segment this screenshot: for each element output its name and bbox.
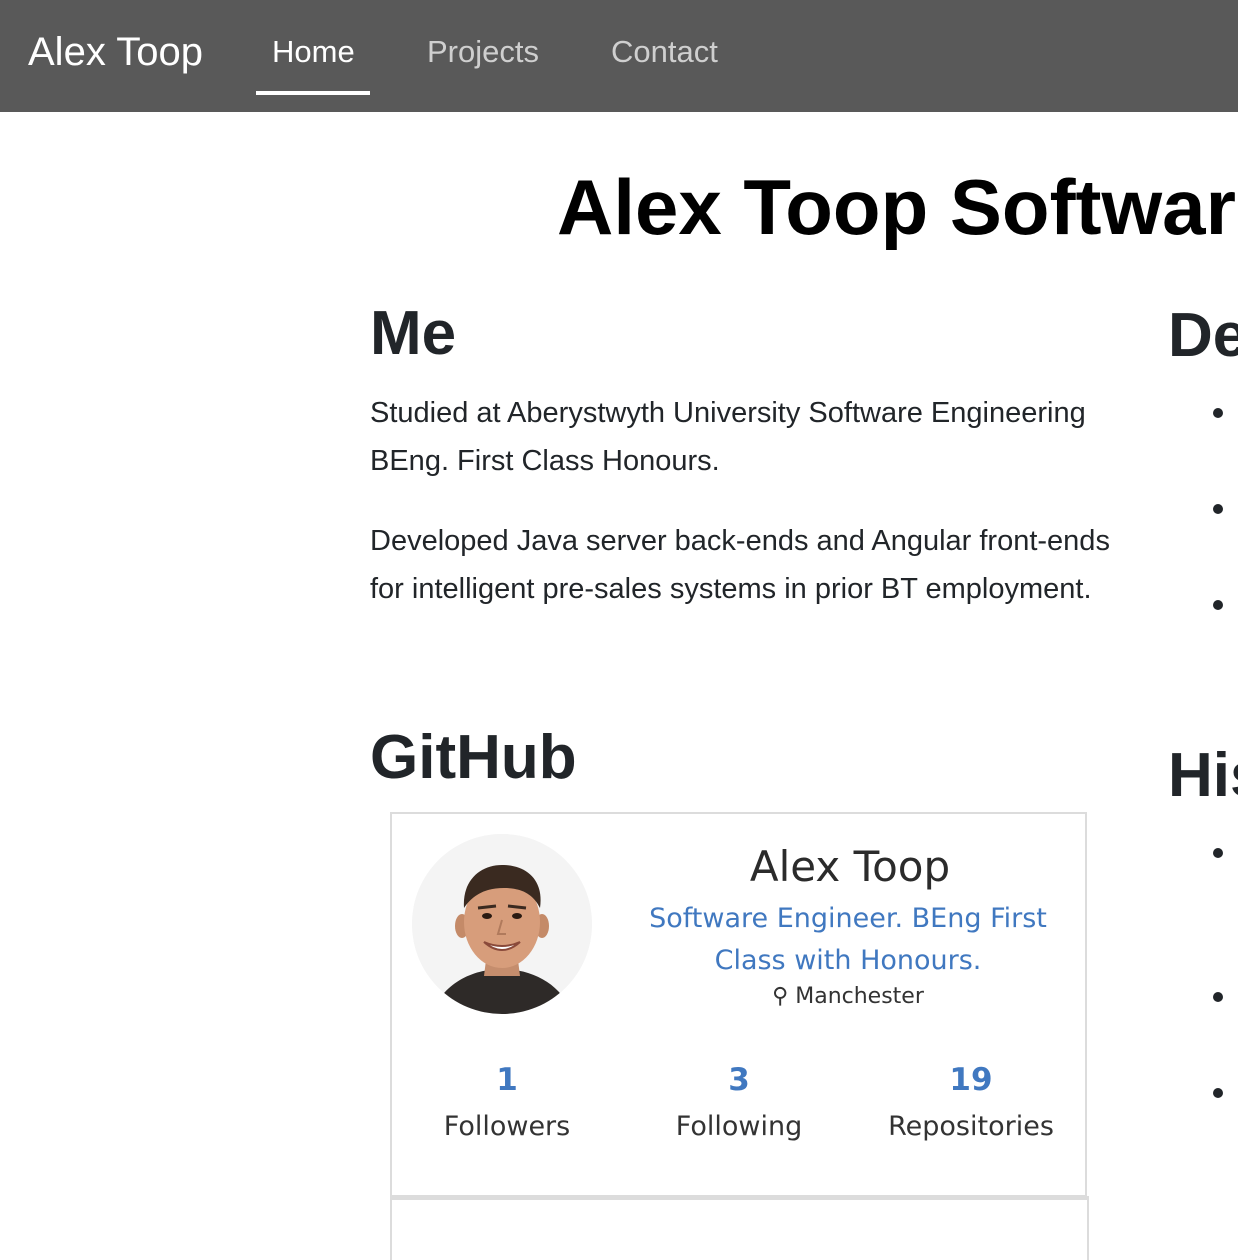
following-count: 3 bbox=[728, 1062, 750, 1098]
navbar: Alex Toop Home Projects Contact bbox=[0, 0, 1238, 112]
followers-count: 1 bbox=[496, 1062, 518, 1098]
followers-stat[interactable]: 1 Followers bbox=[391, 1058, 623, 1152]
repositories-label: Repositories bbox=[888, 1111, 1054, 1142]
list-bullet bbox=[1213, 1088, 1223, 1098]
followers-label: Followers bbox=[443, 1111, 571, 1142]
github-heading: GitHub bbox=[370, 723, 577, 792]
nav-projects[interactable]: Projects bbox=[427, 34, 539, 70]
right-section-heading-2: His bbox=[1168, 741, 1238, 810]
repositories-stat[interactable]: 19 Repositories bbox=[855, 1058, 1087, 1152]
me-paragraph-employment: Developed Java server back-ends and Angu… bbox=[370, 525, 1110, 605]
repositories-count: 19 bbox=[949, 1062, 993, 1098]
brand-link[interactable]: Alex Toop bbox=[28, 30, 203, 75]
me-heading: Me bbox=[370, 299, 457, 368]
list-bullet bbox=[1213, 504, 1223, 514]
right-section-heading-1: De bbox=[1168, 301, 1238, 370]
page-title: Alex Toop Software bbox=[557, 163, 1238, 251]
nav-home[interactable]: Home bbox=[272, 34, 355, 70]
active-nav-indicator bbox=[256, 91, 370, 95]
map-pin-icon: ⚲ bbox=[772, 984, 789, 1009]
me-paragraph-education: Studied at Aberystwyth University Softwa… bbox=[370, 397, 1086, 477]
following-stat[interactable]: 3 Following bbox=[623, 1058, 855, 1152]
github-location: ⚲ Manchester bbox=[640, 984, 1056, 1009]
location-text: Manchester bbox=[795, 984, 924, 1009]
following-label: Following bbox=[675, 1111, 803, 1142]
list-bullet bbox=[1213, 408, 1223, 418]
github-card-next bbox=[390, 1200, 1089, 1260]
nav-contact[interactable]: Contact bbox=[611, 34, 718, 70]
avatar-photo bbox=[412, 834, 592, 1014]
github-user-bio: Software Engineer. BEng First Class with… bbox=[649, 903, 1047, 976]
list-bullet bbox=[1213, 848, 1223, 858]
list-bullet bbox=[1213, 600, 1223, 610]
list-bullet bbox=[1213, 992, 1223, 1002]
github-user-name[interactable]: Alex Toop bbox=[640, 842, 1060, 891]
avatar[interactable] bbox=[412, 834, 592, 1014]
